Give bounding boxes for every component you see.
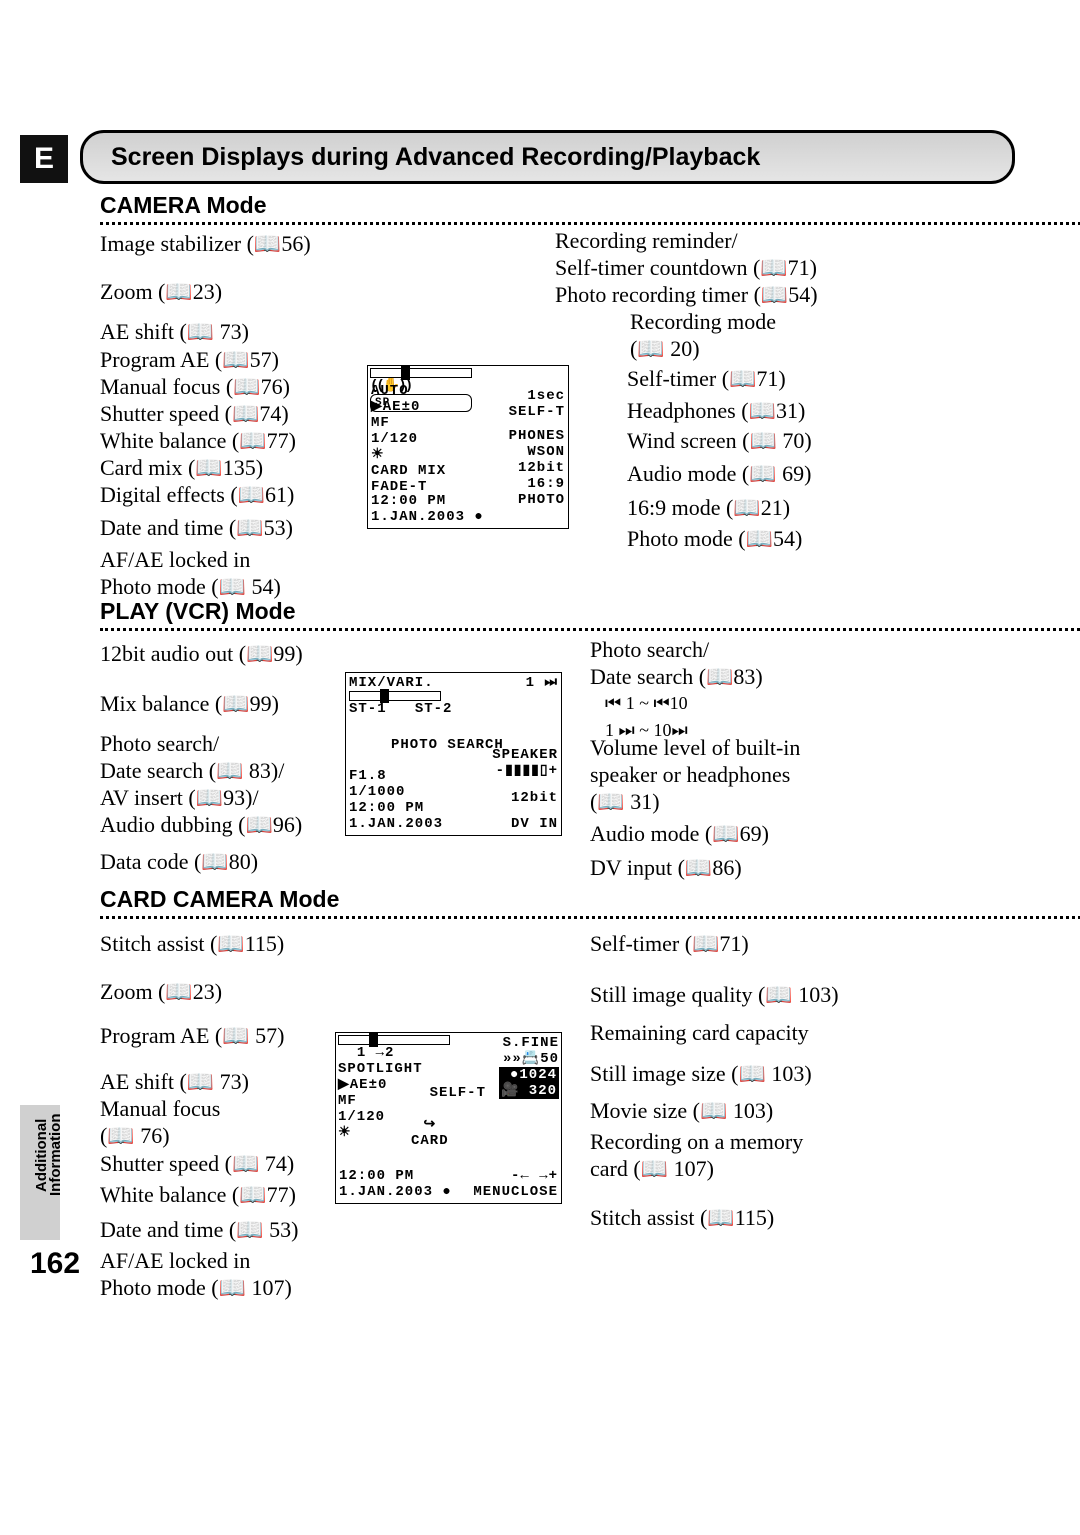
callout-still-quality: Still image quality (📖 103) (590, 981, 839, 1008)
callout-data-code: Data code (📖80) (100, 848, 258, 875)
callout-rec-card: Recording on a memory card (📖 107) (590, 1128, 803, 1182)
callout-photo-mode: Photo mode (📖54) (627, 525, 802, 552)
callout-photo-date-av-dub: Photo search/ Date search (📖 83)/ AV ins… (100, 730, 302, 838)
callout-12bit-audio-out: 12bit audio out (📖99) (100, 640, 303, 667)
callout-digital-effects: Digital effects (📖61) (100, 481, 294, 508)
callout-stitch-assist-2: Stitch assist (📖115) (590, 1204, 774, 1231)
callout-vcr-audio-mode: Audio mode (📖69) (590, 820, 769, 847)
callout-audio-mode: Audio mode (📖 69) (627, 460, 811, 487)
callout-card-shutter-speed: Shutter speed (📖 74) (100, 1150, 294, 1177)
callout-manual-focus: Manual focus (📖76) (100, 373, 290, 400)
callout-self-timer: Self-timer (📖71) (627, 365, 786, 392)
callout-shutter-speed: Shutter speed (📖74) (100, 400, 289, 427)
callout-card-program-ae: Program AE (📖 57) (100, 1022, 284, 1049)
callout-card-self-timer: Self-timer (📖71) (590, 930, 749, 957)
callout-program-ae: Program AE (📖57) (100, 346, 279, 373)
callout-card-afae: AF/AE locked in Photo mode (📖 107) (100, 1247, 292, 1301)
callout-movie-size: Movie size (📖 103) (590, 1097, 773, 1124)
page-number: 162 (30, 1247, 80, 1281)
callout-volume: Volume level of built-in speaker or head… (590, 734, 800, 815)
section-heading: Screen Displays during Advanced Recordin… (80, 130, 1015, 184)
card-lcd: 1 →2 SPOTLIGHT ▶AE±0 MF 1/120 ☀ S.FINE »… (335, 1032, 562, 1204)
callout-remaining-capacity: Remaining card capacity (590, 1019, 809, 1046)
callout-afae-locked: AF/AE locked in Photo mode (📖 54) (100, 546, 281, 600)
camera-lcd: SP AUTO ▶AE±0 MF 1/120 ☀ CARD MIX FADE-T… (367, 365, 569, 529)
callout-169-mode: 16:9 mode (📖21) (627, 494, 790, 521)
camera-mode-title: CAMERA Mode (100, 192, 267, 219)
callout-zoom: Zoom (📖23) (100, 278, 222, 305)
callout-dv-input: DV input (📖86) (590, 854, 742, 881)
callout-card-ae-shift: AE shift (📖 73) (100, 1068, 249, 1095)
callout-headphones: Headphones (📖31) (627, 397, 805, 424)
callout-mix-balance: Mix balance (📖99) (100, 690, 279, 717)
callout-card-mix: Card mix (📖135) (100, 454, 263, 481)
callout-still-size: Still image size (📖 103) (590, 1060, 812, 1087)
callout-ae-shift: AE shift (📖 73) (100, 318, 249, 345)
callout-rec-reminder: Recording reminder/ Self-timer countdown… (555, 227, 818, 308)
callout-white-balance: White balance (📖77) (100, 427, 296, 454)
card-mode-title: CARD CAMERA Mode (100, 886, 339, 913)
callout-stitch-assist: Stitch assist (📖115) (100, 930, 284, 957)
callout-date-time: Date and time (📖53) (100, 514, 293, 541)
callout-card-manual-focus: Manual focus (📖 76) (100, 1095, 220, 1149)
vcr-mode-title: PLAY (VCR) Mode (100, 598, 296, 625)
side-section-label: Additional Information (35, 1090, 62, 1220)
callout-card-white-balance: White balance (📖77) (100, 1181, 296, 1208)
callout-image-stabilizer: Image stabilizer (📖56) (100, 230, 311, 257)
vcr-lcd: MIX/VARI. ST-1 ST-2 1 ⏭ PHOTO SEARCH SPE… (345, 672, 562, 836)
page-letter-badge: E (20, 135, 68, 183)
callout-photo-date-search: Photo search/ Date search (📖83) (590, 636, 763, 690)
callout-card-zoom: Zoom (📖23) (100, 978, 222, 1005)
callout-card-date-time: Date and time (📖 53) (100, 1216, 298, 1243)
callout-rec-mode: Recording mode (📖 20) (630, 308, 776, 362)
callout-wind-screen: Wind screen (📖 70) (627, 427, 812, 454)
